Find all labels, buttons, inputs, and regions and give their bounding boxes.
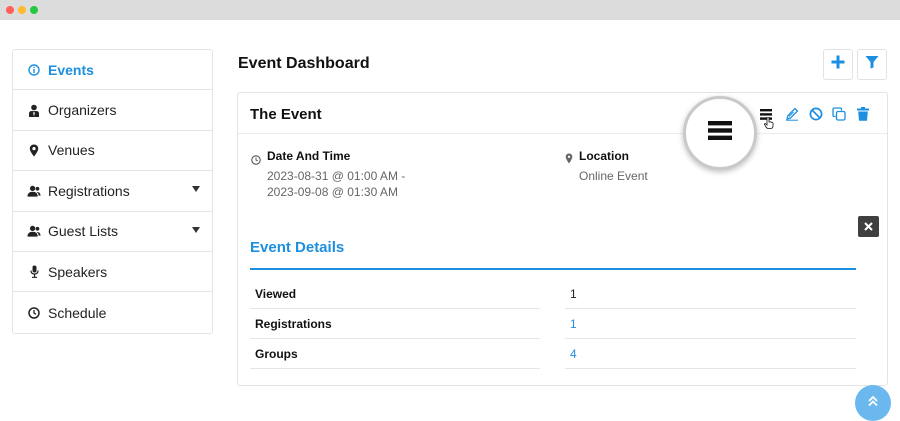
row-divider <box>565 338 856 339</box>
row-divider <box>250 308 540 309</box>
microphone-icon <box>27 265 41 279</box>
date-range-start: 2023-08-31 @ 01:00 AM - <box>267 169 406 183</box>
sidebar-item-label: Events <box>48 61 94 78</box>
plus-icon <box>831 55 845 74</box>
groups-label: Groups <box>255 347 298 361</box>
location-label: Location <box>579 149 629 163</box>
clock-icon <box>251 152 261 170</box>
sidebar-item-speakers[interactable]: Speakers <box>13 252 212 293</box>
sidebar-item-label: Organizers <box>48 102 117 119</box>
users-icon <box>27 225 41 237</box>
sidebar-item-label: Schedule <box>48 304 107 321</box>
sidebar-item-events[interactable]: Events <box>13 50 212 91</box>
scroll-to-top-button[interactable] <box>855 385 891 421</box>
row-divider <box>565 368 856 369</box>
viewed-value: 1 <box>570 287 577 301</box>
filter-button[interactable] <box>857 49 887 80</box>
trash-icon[interactable] <box>855 106 871 122</box>
double-chevron-up-icon <box>867 394 879 412</box>
event-title: The Event <box>250 106 322 123</box>
date-range-end: 2023-09-08 @ 01:30 AM <box>267 185 398 199</box>
hand-cursor-icon <box>764 117 774 129</box>
close-icon <box>864 218 873 236</box>
sidebar-item-organizers[interactable]: Organizers <box>13 90 212 131</box>
sidebar-item-registrations[interactable]: Registrations <box>13 171 212 212</box>
funnel-icon <box>865 55 879 74</box>
map-pin-icon <box>27 144 41 157</box>
zoom-magnifier <box>683 96 757 170</box>
row-divider <box>250 338 540 339</box>
map-pin-icon <box>565 151 573 169</box>
clock-icon <box>27 306 41 319</box>
chevron-down-icon[interactable] <box>192 186 200 193</box>
event-details-heading: Event Details <box>250 239 345 256</box>
close-window-dot[interactable] <box>6 6 14 14</box>
sidebar-nav: Events Organizers Venues Registrations G… <box>12 49 213 334</box>
close-button[interactable] <box>858 216 879 237</box>
sidebar-item-venues[interactable]: Venues <box>13 131 212 172</box>
user-tie-icon <box>27 104 41 117</box>
copy-icon[interactable] <box>831 106 847 122</box>
info-circle-icon <box>27 63 41 76</box>
window-titlebar <box>0 0 900 20</box>
add-event-button[interactable] <box>823 49 853 80</box>
registrations-label: Registrations <box>255 317 332 331</box>
viewed-label: Viewed <box>255 287 297 301</box>
groups-count-link[interactable]: 4 <box>570 347 577 361</box>
sidebar-item-label: Venues <box>48 142 95 159</box>
sidebar-item-guest-lists[interactable]: Guest Lists <box>13 212 212 252</box>
sidebar-item-schedule[interactable]: Schedule <box>13 292 212 332</box>
maximize-window-dot[interactable] <box>30 6 38 14</box>
minimize-window-dot[interactable] <box>18 6 26 14</box>
list-icon <box>708 121 732 145</box>
sidebar-item-label: Guest Lists <box>48 223 119 240</box>
ban-icon[interactable] <box>808 106 824 122</box>
page-title: Event Dashboard <box>238 55 370 72</box>
edit-icon[interactable] <box>784 106 800 122</box>
chevron-down-icon[interactable] <box>192 226 200 233</box>
date-time-label: Date And Time <box>267 149 351 163</box>
location-value: Online Event <box>579 169 648 183</box>
sidebar-item-label: Speakers <box>48 263 108 280</box>
row-divider <box>250 368 540 369</box>
event-card-header: The Event <box>238 93 887 134</box>
row-divider <box>565 308 856 309</box>
event-card: The Event Date And Time 2023-08-31 @ 01:… <box>237 92 888 386</box>
users-icon <box>27 185 41 197</box>
sidebar-item-label: Registrations <box>48 182 130 199</box>
registrations-count-link[interactable]: 1 <box>570 317 577 331</box>
details-divider <box>250 268 856 270</box>
